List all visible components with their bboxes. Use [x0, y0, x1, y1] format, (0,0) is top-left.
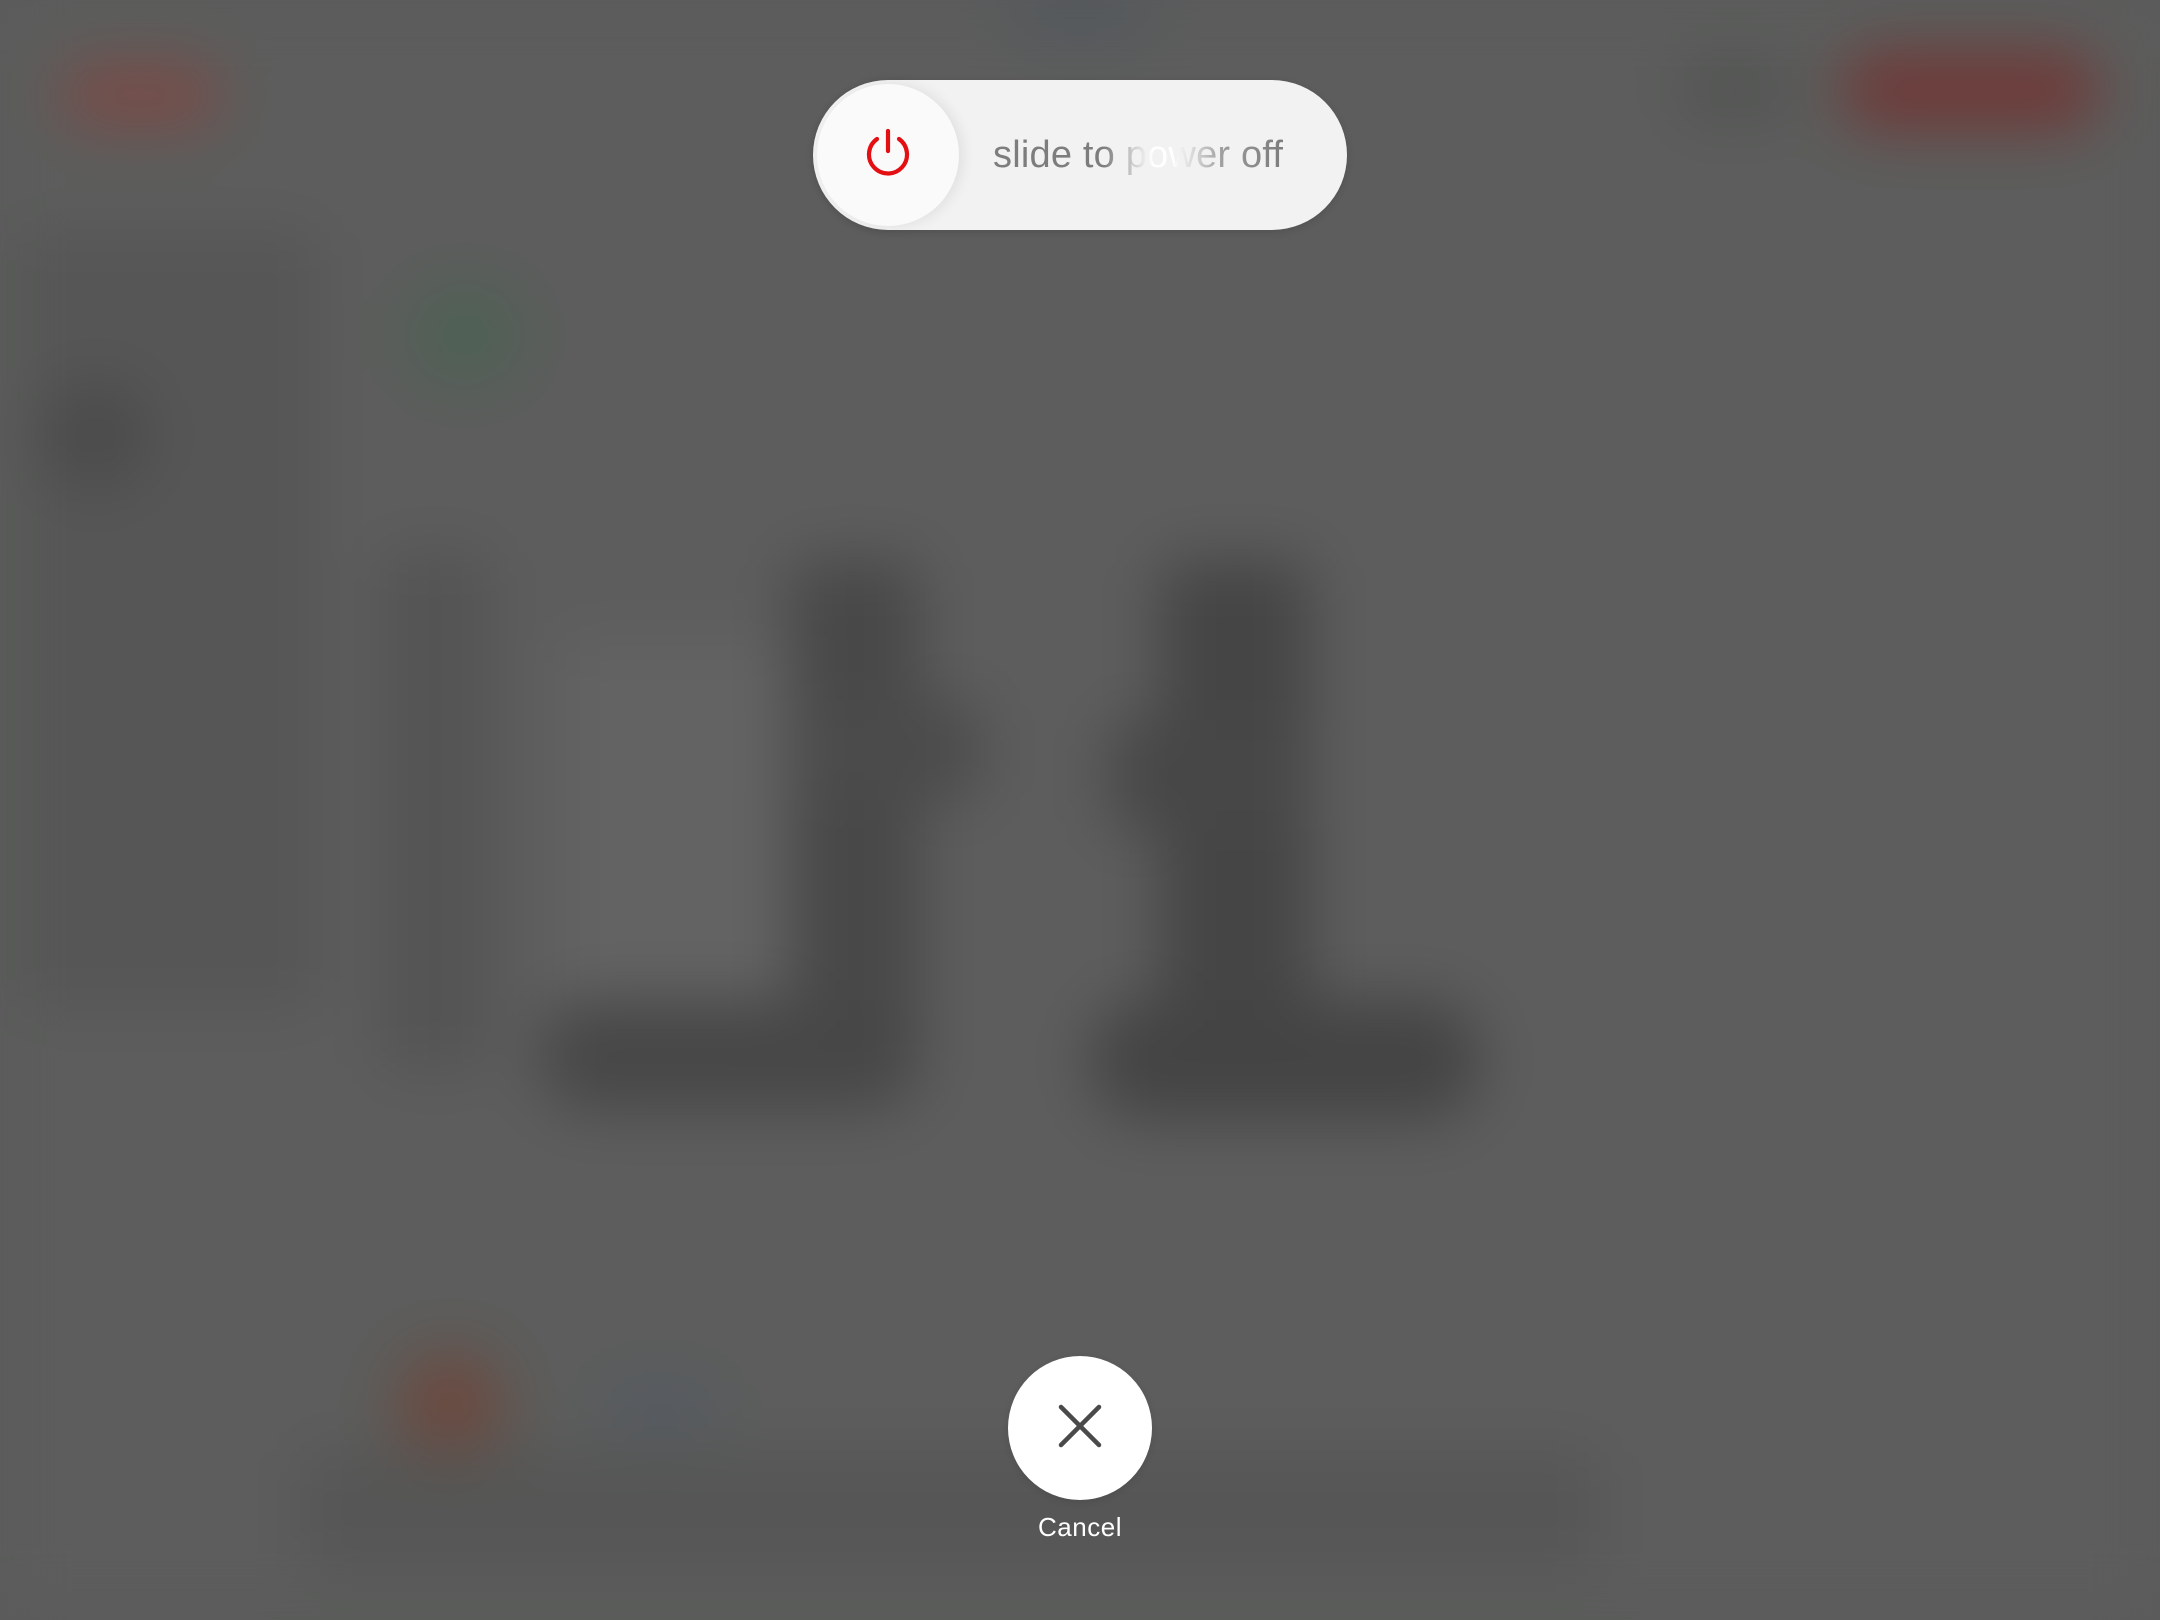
blurred-shape	[1010, 0, 1150, 30]
blurred-shape	[380, 550, 490, 1070]
close-icon	[1057, 1403, 1103, 1454]
cancel-label: Cancel	[1038, 1512, 1122, 1542]
blurred-shape	[300, 1450, 1600, 1570]
blurred-shape	[800, 700, 980, 800]
cancel-button[interactable]	[1008, 1356, 1152, 1500]
blurred-shape	[20, 230, 320, 1010]
slider-label: slide to power off	[993, 80, 1283, 230]
blurred-shape	[600, 1380, 720, 1430]
power-off-slider[interactable]: slide to power off	[813, 80, 1347, 230]
blurred-shape	[1840, 50, 2100, 130]
power-off-slider-knob[interactable]	[817, 84, 959, 226]
blurred-shape	[1110, 720, 1310, 830]
blurred-shape	[395, 1350, 505, 1460]
blurred-shape	[1090, 1000, 1480, 1120]
blurred-shape	[1680, 60, 1790, 120]
power-icon	[863, 127, 913, 184]
blurred-shape	[410, 290, 520, 380]
blurred-shape	[60, 65, 220, 125]
blurred-shape	[40, 380, 150, 490]
blurred-shape	[540, 1000, 920, 1110]
